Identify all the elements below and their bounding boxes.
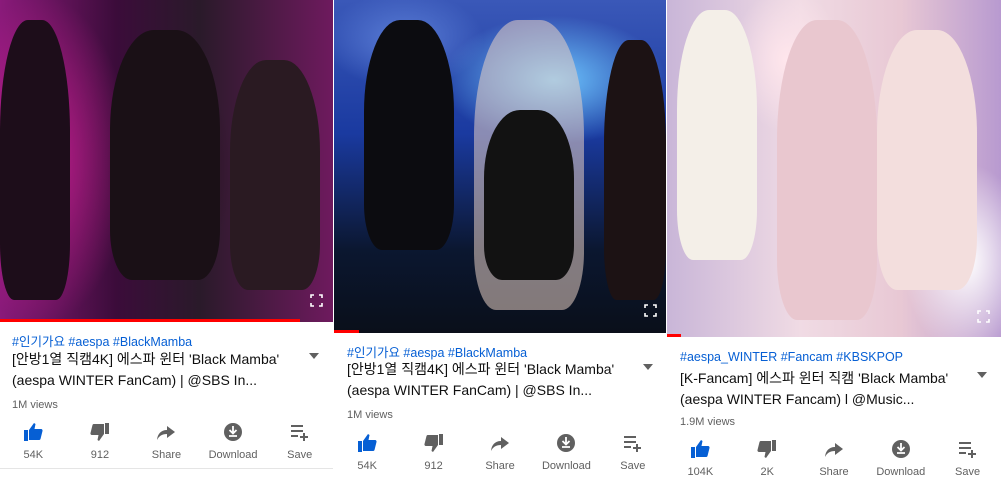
download-button[interactable]: Download (533, 432, 599, 472)
video-card-1: #인기가요 #aespa #BlackMamba [안방1열 직캠4K] 에스파… (0, 0, 333, 479)
video-frame-figure (110, 30, 220, 280)
video-card-3: #aespa_WINTER #Fancam #KBSKPOP [K-Fancam… (667, 0, 1001, 479)
divider (0, 468, 333, 469)
download-icon (890, 438, 912, 460)
share-icon (489, 432, 511, 454)
video-frame-figure (230, 60, 320, 290)
hashtags[interactable]: #인기가요 #aespa #BlackMamba (12, 331, 192, 350)
dislike-count: 2K (760, 466, 774, 478)
save-label: Save (287, 449, 313, 461)
dislike-count: 912 (424, 460, 443, 472)
video-frame-figure (484, 110, 574, 280)
share-icon (823, 438, 845, 460)
video-player[interactable] (334, 0, 666, 333)
save-button[interactable]: Save (266, 421, 333, 461)
fullscreen-icon[interactable] (310, 294, 323, 307)
expand-description-icon[interactable] (643, 364, 653, 370)
action-bar: 54K 912 Share Download Save (0, 421, 333, 461)
expand-description-icon[interactable] (309, 353, 319, 359)
save-button[interactable]: Save (934, 438, 1001, 478)
fullscreen-icon[interactable] (644, 304, 657, 317)
save-button[interactable]: Save (600, 432, 666, 472)
save-icon (957, 438, 979, 460)
thumbs-down-icon (756, 438, 778, 460)
thumbs-down-icon (423, 432, 445, 454)
thumbs-up-icon (356, 432, 378, 454)
download-icon (555, 432, 577, 454)
dislike-button[interactable]: 2K (734, 438, 801, 478)
share-icon (155, 421, 177, 443)
video-progress-bar[interactable] (334, 330, 359, 333)
like-button[interactable]: 104K (667, 438, 734, 478)
download-label: Download (541, 460, 591, 472)
video-progress-bar[interactable] (0, 319, 300, 322)
video-frame-figure (0, 20, 70, 300)
save-icon (622, 432, 644, 454)
video-frame-figure (777, 20, 877, 320)
like-count: 104K (687, 466, 714, 478)
action-bar: 54K 912 Share Download Save (334, 432, 666, 472)
share-label: Share (485, 460, 515, 472)
dislike-button[interactable]: 912 (400, 432, 466, 472)
thumbs-up-icon (689, 438, 711, 460)
save-label: Save (620, 460, 646, 472)
save-icon (289, 421, 311, 443)
expand-description-icon[interactable] (977, 372, 987, 378)
share-button[interactable]: Share (467, 432, 533, 472)
panel-divider (666, 0, 667, 479)
download-icon (222, 421, 244, 443)
video-frame-figure (877, 30, 977, 290)
hashtags[interactable]: #aespa_WINTER #Fancam #KBSKPOP (680, 350, 903, 364)
like-button[interactable]: 54K (0, 421, 67, 461)
fullscreen-icon[interactable] (977, 310, 990, 323)
download-label: Download (876, 466, 926, 478)
thumbs-up-icon (22, 421, 44, 443)
video-frame-figure (604, 40, 666, 300)
video-title: [안방1열 직캠4K] 에스파 윈터 'Black Mamba' (aespa … (347, 361, 615, 398)
view-count: 1M views (12, 399, 58, 411)
share-button[interactable]: Share (133, 421, 200, 461)
like-button[interactable]: 54K (334, 432, 400, 472)
video-frame-figure (677, 10, 757, 260)
like-count: 54K (357, 460, 377, 472)
video-progress-bar[interactable] (667, 334, 681, 337)
share-label: Share (819, 466, 849, 478)
save-label: Save (955, 466, 981, 478)
video-card-2: #인기가요 #aespa #BlackMamba [안방1열 직캠4K] 에스파… (334, 0, 666, 479)
video-title: [K-Fancam] 에스파 윈터 직캠 'Black Mamba' (aesp… (680, 370, 949, 407)
like-count: 54K (23, 449, 44, 461)
panel-divider (333, 0, 334, 479)
video-player[interactable] (0, 0, 333, 322)
share-button[interactable]: Share (801, 438, 868, 478)
view-count: 1M views (347, 409, 393, 421)
video-player[interactable] (667, 0, 1001, 337)
download-button[interactable]: Download (867, 438, 934, 478)
download-label: Download (208, 449, 258, 461)
action-bar: 104K 2K Share Download Save (667, 438, 1001, 478)
video-frame-figure (364, 20, 454, 250)
dislike-button[interactable]: 912 (67, 421, 134, 461)
thumbs-down-icon (89, 421, 111, 443)
share-label: Share (151, 449, 182, 461)
view-count: 1.9M views (680, 416, 736, 428)
download-button[interactable]: Download (200, 421, 267, 461)
dislike-count: 912 (90, 449, 110, 461)
video-title: [안방1열 직캠4K] 에스파 윈터 'Black Mamba' (aespa … (12, 351, 280, 388)
